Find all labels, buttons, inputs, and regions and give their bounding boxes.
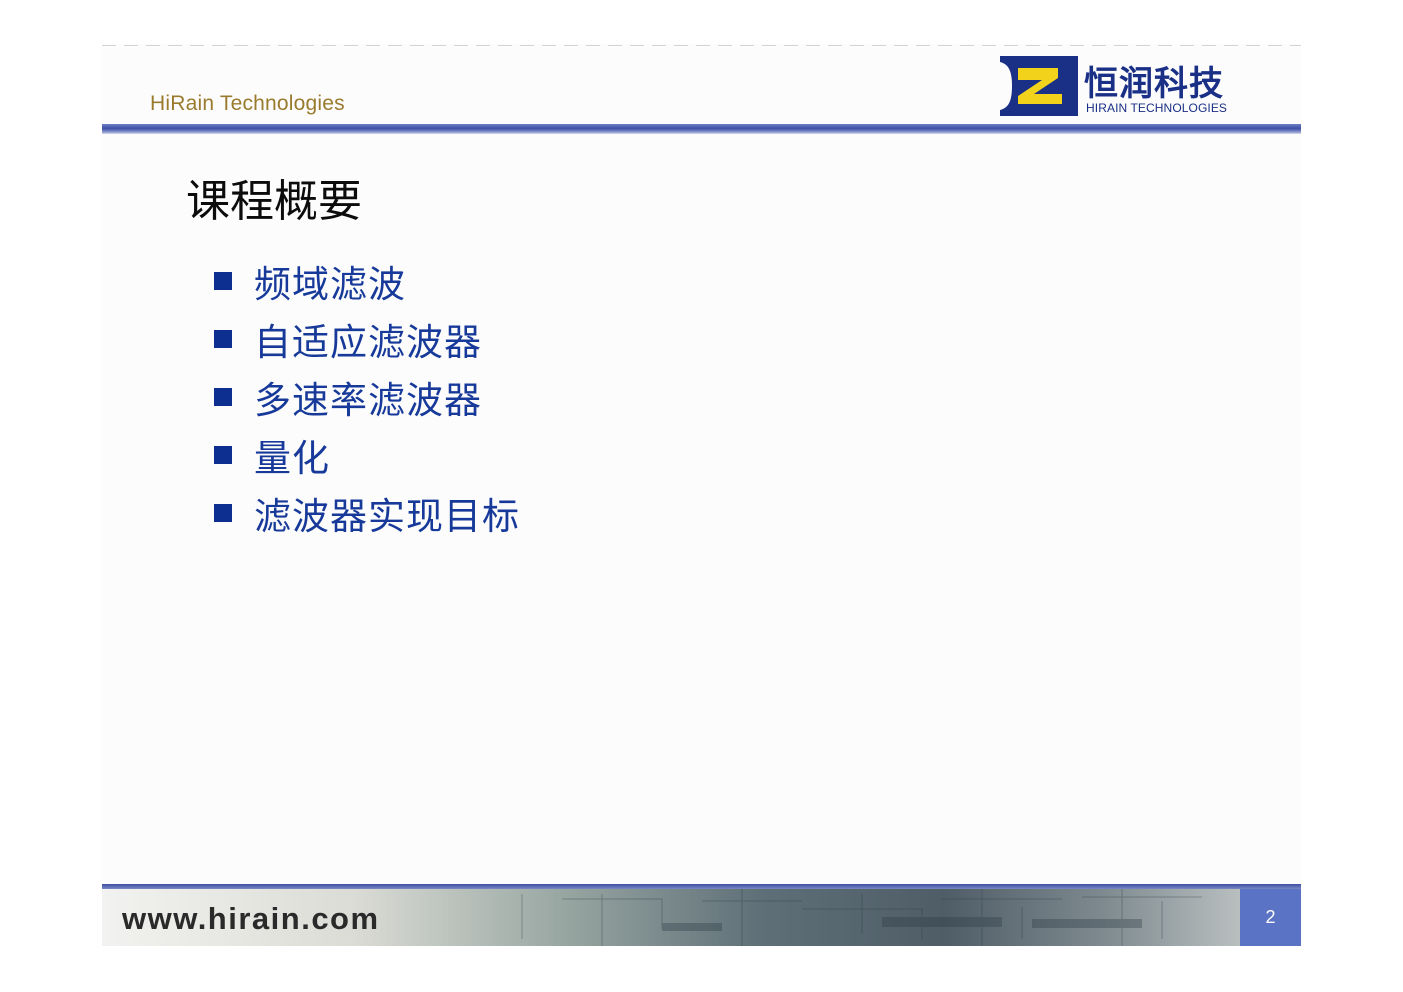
- footer: www.hirain.com 2: [102, 884, 1301, 946]
- list-item: 多速率滤波器: [214, 368, 520, 426]
- list-item: 量化: [214, 426, 520, 484]
- logo-chinese-text: 恒润科技: [1084, 64, 1224, 104]
- bullet-list: 频域滤波 自适应滤波器 多速率滤波器 量化 滤波器实现目标: [214, 252, 520, 542]
- website-url: www.hirain.com: [122, 901, 380, 936]
- bullet-text: 多速率滤波器: [254, 379, 482, 422]
- list-item: 自适应滤波器: [214, 310, 520, 368]
- page-number-box: 2: [1240, 889, 1301, 946]
- list-item: 频域滤波: [214, 252, 520, 310]
- footer-circuit-background: www.hirain.com: [102, 889, 1240, 946]
- bullet-text: 量化: [254, 437, 330, 480]
- bullet-text: 自适应滤波器: [254, 321, 482, 364]
- bullet-text: 频域滤波: [254, 263, 406, 306]
- brand-text: HiRain Technologies: [150, 92, 345, 115]
- hirain-logo-icon: [1000, 56, 1078, 116]
- square-bullet-icon: [214, 330, 232, 348]
- square-bullet-icon: [214, 272, 232, 290]
- logo: 恒润科技 HIRAIN TECHNOLOGIES: [1000, 56, 1240, 120]
- slide-title: 课程概要: [186, 176, 362, 227]
- list-item: 滤波器实现目标: [214, 484, 520, 542]
- square-bullet-icon: [214, 388, 232, 406]
- square-bullet-icon: [214, 504, 232, 522]
- logo-english-text: HIRAIN TECHNOLOGIES: [1086, 101, 1228, 115]
- bullet-text: 滤波器实现目标: [254, 495, 520, 538]
- header-bar: [102, 124, 1301, 134]
- page-number: 2: [1265, 907, 1276, 927]
- top-divider: [102, 45, 1301, 46]
- square-bullet-icon: [214, 446, 232, 464]
